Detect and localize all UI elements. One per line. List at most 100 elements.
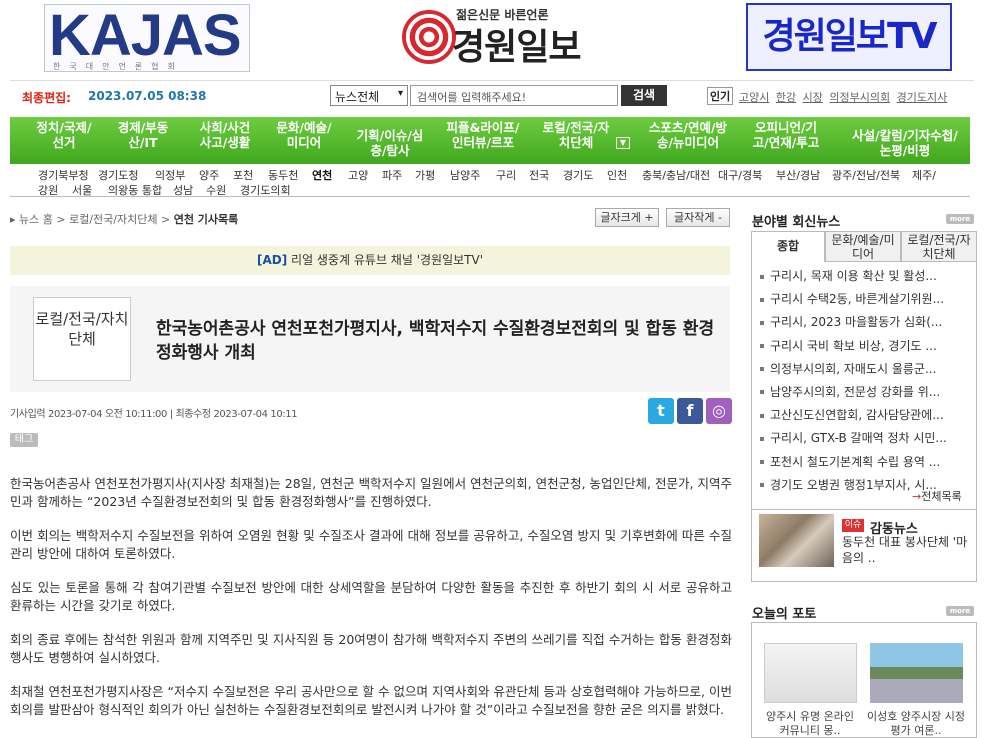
popular-keyword[interactable]: 한강 bbox=[776, 91, 796, 104]
home-icon: ▸ bbox=[10, 213, 20, 226]
subnav-item[interactable]: 광주/전남/전북 bbox=[832, 167, 900, 183]
list-item-text: 구리시 국비 확보 비상, 경기도 ... bbox=[770, 338, 937, 353]
nav-feature[interactable]: 기획/이슈/심층/탐사 bbox=[356, 120, 424, 164]
popular-keyword[interactable]: 경기도지사 bbox=[897, 91, 948, 104]
tab-culture[interactable]: 문화/예술/미디어 bbox=[825, 231, 901, 262]
subnav-item[interactable]: 제주/ bbox=[912, 167, 936, 183]
article-paragraph: 최재철 연천포천가평지사장은 “저수지 수질보전은 우리 공사만으로 할 수 없… bbox=[10, 684, 732, 717]
chevron-down-icon[interactable]: ▼ bbox=[616, 137, 630, 149]
subnav-item[interactable]: 강원 bbox=[38, 182, 58, 198]
search-input[interactable]: 검색어를 입력해주세요! bbox=[410, 85, 618, 106]
article-body: 한국농어촌공사 연천포천가평지사(지사장 최재철)는 28일, 연천군 백학저수… bbox=[10, 475, 732, 735]
photo-thumbnail[interactable] bbox=[764, 643, 857, 703]
subnav-item[interactable]: 양주 bbox=[199, 167, 219, 183]
kajas-logo[interactable]: KAJAS 한국대안언론협회 bbox=[44, 4, 250, 72]
subnav-item[interactable]: 동두천 bbox=[268, 167, 298, 183]
site-logo[interactable]: 젊은신문 바른언론 경원일보 bbox=[402, 4, 607, 68]
nav-editorial[interactable]: 사설/칼럼/기자수첩/논평/비평 bbox=[850, 120, 960, 164]
search-scope-select[interactable]: 뉴스전체 ▾ bbox=[330, 85, 408, 106]
ad-banner[interactable]: [AD] 리얼 생중계 유튜브 채널 '경원일보TV' bbox=[10, 246, 730, 275]
list-item-text: 구리시, 2023 마을활동가 심화(... bbox=[770, 315, 943, 330]
facebook-share-button[interactable]: f bbox=[677, 398, 703, 424]
article-category: 로컬/전국/자치단체 bbox=[33, 297, 131, 381]
touching-news-photo[interactable] bbox=[759, 514, 834, 567]
subnav-item[interactable]: 구리 bbox=[496, 167, 516, 183]
all-list-link[interactable]: →전체목록 bbox=[912, 488, 962, 504]
nav-sports[interactable]: 스포츠/연예/방송/뉴미디어 bbox=[646, 120, 730, 164]
nav-society[interactable]: 사회/사건사고/생활 bbox=[194, 120, 256, 164]
today-photo-title: 오늘의 포토 bbox=[752, 607, 817, 622]
breadcrumb-home[interactable]: 뉴스 홈 bbox=[19, 213, 53, 226]
kakao-share-button[interactable]: ◎ bbox=[706, 398, 732, 424]
photo-caption[interactable]: 이성호 양주시장 시정 평가 여론.. bbox=[866, 710, 966, 738]
chevron-right-icon: > bbox=[160, 213, 174, 226]
subnav-item[interactable]: 대구/경북 bbox=[718, 167, 762, 183]
bullet-icon bbox=[760, 367, 764, 372]
subnav-item[interactable]: 수원 bbox=[206, 182, 226, 198]
nav-people[interactable]: 피플&라이프/인터뷰/르포 bbox=[446, 120, 520, 164]
popular-keyword[interactable]: 의정부시의회 bbox=[829, 91, 890, 104]
subnav-item[interactable]: 의왕동 통합 bbox=[108, 182, 162, 198]
tab-local[interactable]: 로컬/전국/자치단체 bbox=[901, 231, 977, 262]
subnav-item[interactable]: 경기북부청 bbox=[38, 167, 89, 183]
subnav-item[interactable]: 경기도 bbox=[563, 167, 593, 183]
subnav-item[interactable]: 서울 bbox=[72, 182, 92, 198]
font-larger-button[interactable]: 글자크게 + bbox=[595, 208, 659, 227]
ad-text: 리얼 생중계 유튜브 채널 '경원일보TV' bbox=[291, 253, 483, 267]
subnav-item[interactable]: 파주 bbox=[382, 167, 402, 183]
nav-opinion[interactable]: 오피니언/기고/연재/투고 bbox=[748, 120, 824, 164]
arrow-icon: → bbox=[912, 490, 922, 503]
subnav-item[interactable]: 경기도청 bbox=[98, 167, 138, 183]
list-item-text: 포천시 철도기본계획 수립 용역 ... bbox=[770, 454, 941, 469]
list-item[interactable]: 구리시, 2023 마을활동가 심화(... bbox=[752, 311, 976, 334]
last-edit-time: 2023.07.05 08:38 bbox=[88, 89, 207, 103]
subnav-item[interactable]: 포천 bbox=[233, 167, 253, 183]
subnav-item[interactable]: 경기도의회 bbox=[240, 182, 291, 198]
nav-economy[interactable]: 경제/부동산/IT bbox=[110, 120, 176, 164]
list-item[interactable]: 의정부시의회, 자매도시 울릉군... bbox=[752, 358, 976, 381]
subnav-item[interactable]: 성남 bbox=[173, 182, 193, 198]
touching-news-text[interactable]: 동두천 대표 봉사단체 '마음의 .. bbox=[842, 534, 972, 566]
nav-local[interactable]: 로컬/전국/자치단체 bbox=[542, 120, 610, 164]
tv-logo[interactable]: 경원일보TV bbox=[746, 3, 952, 71]
subnav-item[interactable]: 전국 bbox=[529, 167, 549, 183]
tab-general[interactable]: 종합 bbox=[751, 231, 825, 262]
breadcrumb-current[interactable]: 연천 기사목록 bbox=[174, 213, 239, 226]
search-button[interactable]: 검색 bbox=[621, 85, 667, 106]
breadcrumb-category[interactable]: 로컬/전국/자치단체 bbox=[69, 213, 157, 226]
list-item[interactable]: 구리시, 목재 이용 확산 및 활성... bbox=[752, 265, 976, 288]
popular-keyword[interactable]: 시장 bbox=[803, 91, 823, 104]
facebook-icon: f bbox=[686, 401, 694, 420]
twitter-share-button[interactable]: t bbox=[648, 398, 674, 424]
popular-keyword[interactable]: 고양시 bbox=[739, 91, 769, 104]
bullet-icon bbox=[760, 274, 764, 279]
more-button[interactable]: more bbox=[946, 214, 974, 224]
list-item[interactable]: 구리시 국비 확보 비상, 경기도 ... bbox=[752, 335, 976, 358]
article-paragraph: 심도 있는 토론을 통해 각 참여기관별 수질보전 방안에 대한 상세역할을 분… bbox=[10, 580, 732, 613]
list-item-text: 의정부시의회, 자매도시 울릉군... bbox=[770, 361, 937, 376]
nav-culture[interactable]: 문화/예술/미디어 bbox=[276, 120, 332, 164]
site-logo-name: 경원일보 bbox=[452, 27, 581, 68]
list-item[interactable]: 구리시, GTX-B 갈매역 정차 시민... bbox=[752, 427, 976, 450]
subnav-item[interactable]: 가평 bbox=[415, 167, 435, 183]
subnav-item[interactable]: 고양 bbox=[348, 167, 368, 183]
more-button[interactable]: more bbox=[946, 606, 974, 616]
logo-circle-icon bbox=[402, 10, 456, 64]
subnav-item[interactable]: 충북/충남/대전 bbox=[642, 167, 710, 183]
photo-caption[interactable]: 양주시 유명 온라인 커뮤니티 몽.. bbox=[760, 710, 860, 738]
list-item[interactable]: 남양주시의회, 전문성 강화를 위... bbox=[752, 381, 976, 404]
nav-politics[interactable]: 정치/국제/선거 bbox=[36, 120, 92, 164]
subnav-item[interactable]: 의정부 bbox=[155, 167, 185, 183]
list-item[interactable]: 고산신도신연합회, 감사담당관에... bbox=[752, 404, 976, 427]
subnav-item[interactable]: 부산/경남 bbox=[776, 167, 820, 183]
list-item[interactable]: 구리시 수택2동, 바른게살기위원... bbox=[752, 288, 976, 311]
list-item-text: 남양주시의회, 전문성 강화를 위... bbox=[770, 384, 941, 399]
kajas-logo-subtext: 한국대안언론협회 bbox=[53, 62, 184, 71]
photo-thumbnail[interactable] bbox=[870, 643, 963, 703]
subnav-item[interactable]: 남양주 bbox=[450, 167, 480, 183]
subnav-item[interactable]: 인천 bbox=[607, 167, 627, 183]
subnav-item-active[interactable]: 연천 bbox=[312, 167, 332, 183]
list-item[interactable]: 포천시 철도기본계획 수립 용역 ... bbox=[752, 451, 976, 474]
font-smaller-button[interactable]: 글자작게 - bbox=[666, 208, 730, 227]
last-edit-label: 최종편집: bbox=[22, 91, 71, 105]
